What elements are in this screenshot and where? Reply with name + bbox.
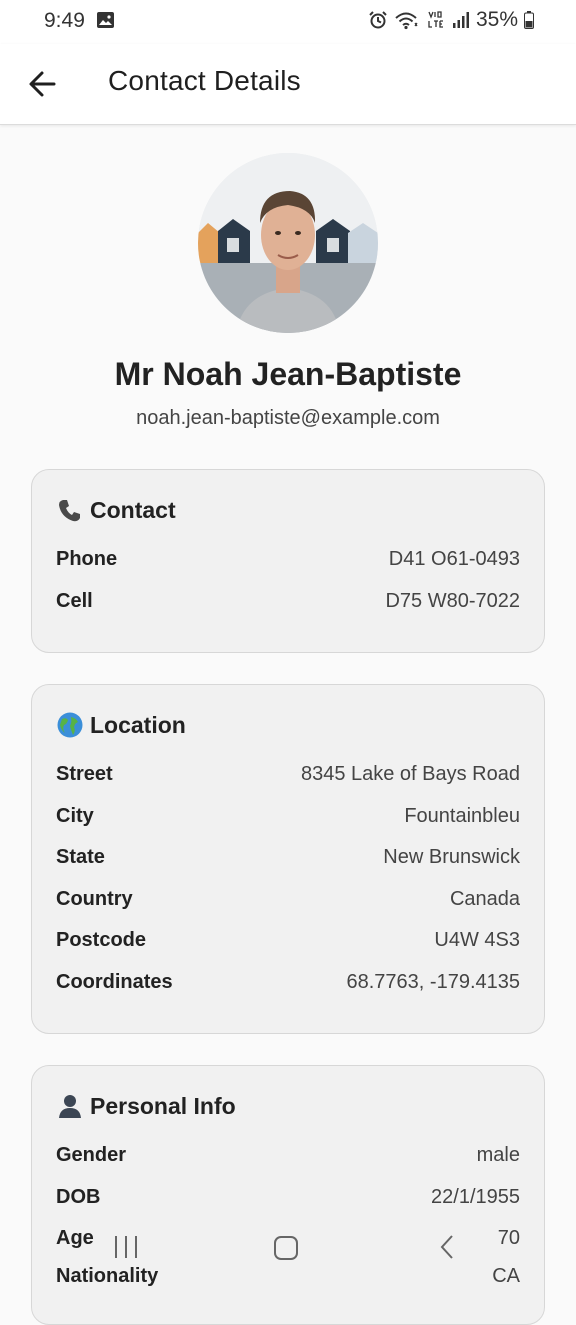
alarm-icon xyxy=(369,11,387,29)
personal-row-gender: Gender male xyxy=(56,1144,520,1174)
row-label: Cell xyxy=(56,590,93,612)
location-row-street: Street 8345 Lake of Bays Road xyxy=(56,763,520,793)
signal-icon xyxy=(452,12,469,28)
back-button[interactable] xyxy=(24,64,64,104)
battery-percentage: 35% xyxy=(475,8,518,31)
home-button[interactable] xyxy=(268,1226,304,1262)
row-value: U4W 4S3 xyxy=(434,929,520,951)
avatar xyxy=(198,153,378,333)
home-icon xyxy=(274,1236,298,1260)
system-navigation-bar xyxy=(0,1210,576,1280)
status-time: 9:49 xyxy=(44,9,85,32)
recent-apps-button[interactable] xyxy=(108,1226,144,1262)
row-label: City xyxy=(56,805,94,827)
row-value: Fountainbleu xyxy=(404,805,520,827)
contact-card-label: Contact xyxy=(90,496,176,523)
contact-name: Mr Noah Jean-Baptiste xyxy=(114,356,462,392)
location-row-postcode: Postcode U4W 4S3 xyxy=(56,929,520,959)
row-label: Postcode xyxy=(56,929,147,951)
personal-card-label: Personal Info xyxy=(90,1092,236,1119)
row-label: DOB xyxy=(56,1186,101,1208)
volte-icon xyxy=(428,11,443,28)
arrow-left-icon xyxy=(29,71,56,97)
wifi-icon xyxy=(395,12,418,30)
personal-card-title: Personal Info xyxy=(56,1092,236,1120)
row-value: New Brunswick xyxy=(383,846,520,868)
location-row-country: Country Canada xyxy=(56,888,520,918)
personal-info-card: Personal Info Gender male DOB 22/1/1955 … xyxy=(31,1065,545,1325)
row-value: 68.7763, -179.4135 xyxy=(346,971,521,993)
row-label: Coordinates xyxy=(56,971,173,993)
chevron-left-icon xyxy=(440,1235,453,1259)
person-silhouette-icon xyxy=(59,1095,81,1118)
contact-email[interactable]: noah.jean-baptiste@example.com xyxy=(0,407,576,430)
location-card-title: Location xyxy=(56,711,186,739)
row-value[interactable]: D41 O61-0493 xyxy=(389,548,520,571)
contact-card: Contact Phone D41 O61-0493 Cell D75 W80-… xyxy=(31,469,545,653)
row-label: State xyxy=(56,846,105,868)
page-title: Contact Details xyxy=(108,65,301,96)
row-value: Canada xyxy=(449,888,520,910)
row-label: Country xyxy=(56,888,133,910)
app-bar: Contact Details xyxy=(0,44,576,125)
location-row-city: City Fountainbleu xyxy=(56,805,520,835)
system-back-button[interactable] xyxy=(430,1226,466,1262)
row-value: male xyxy=(476,1144,520,1166)
gallery-notification-icon xyxy=(97,12,114,28)
row-value[interactable]: D75 W80-7022 xyxy=(385,590,520,613)
row-label: Street xyxy=(56,763,113,785)
contact-card-title: Contact xyxy=(56,496,176,524)
contact-row-phone: Phone D41 O61-0493 xyxy=(56,548,520,578)
telephone-receiver-icon xyxy=(59,500,80,522)
status-indicators: 35% xyxy=(368,8,534,32)
location-row-coordinates: Coordinates 68.7763, -179.4135 xyxy=(56,971,520,1001)
row-label: Gender xyxy=(56,1144,127,1166)
battery-icon xyxy=(524,11,534,29)
location-row-state: State New Brunswick xyxy=(56,846,520,876)
row-label: Phone xyxy=(56,548,118,570)
recent-apps-icon xyxy=(115,1236,137,1258)
globe-icon xyxy=(57,712,83,738)
contact-row-cell: Cell D75 W80-7022 xyxy=(56,590,520,620)
row-value: 22/1/1955 xyxy=(431,1186,520,1208)
status-bar: 9:49 35% xyxy=(0,0,576,44)
location-card-label: Location xyxy=(90,711,186,738)
location-card: Location Street 8345 Lake of Bays Road C… xyxy=(31,684,545,1034)
row-value: 8345 Lake of Bays Road xyxy=(300,763,520,785)
